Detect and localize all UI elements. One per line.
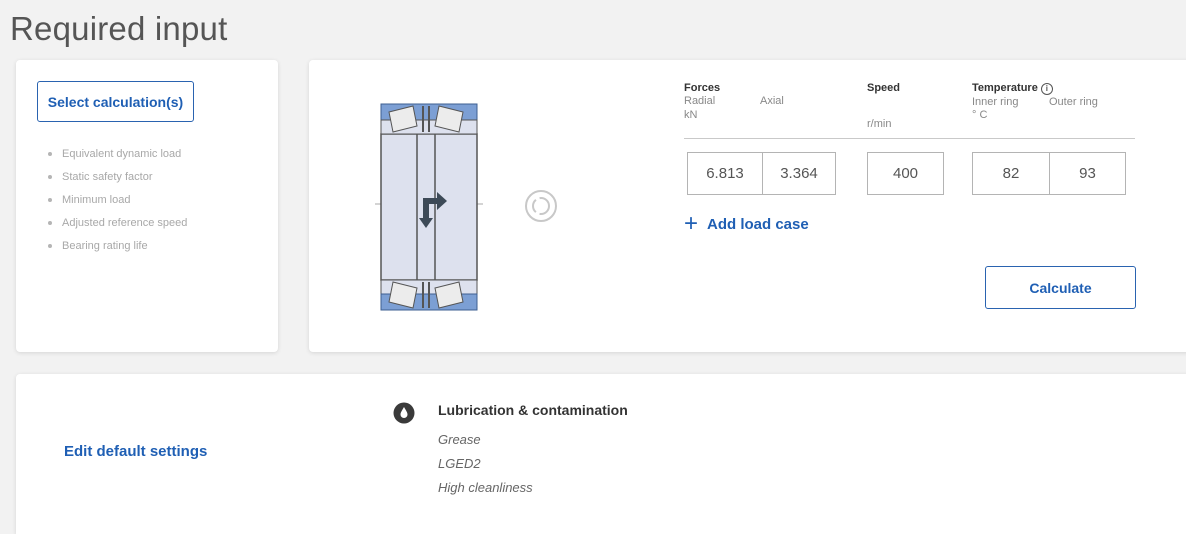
radial-label: Radial: [684, 95, 716, 107]
calculation-list: Equivalent dynamic load Static safety fa…: [48, 146, 187, 261]
axial-label: Axial: [760, 95, 784, 107]
bullet-icon: [48, 244, 52, 248]
axial-load-input[interactable]: 3.364: [762, 152, 836, 195]
add-load-case-button[interactable]: + Add load case: [684, 210, 809, 237]
edit-default-settings-link[interactable]: Edit default settings: [64, 443, 207, 460]
inner-ring-temperature-input[interactable]: 82: [972, 152, 1050, 195]
operating-conditions-panel: Forces Radial Axial kN Speed r/min Tempe…: [309, 60, 1186, 352]
info-icon[interactable]: i: [1040, 83, 1053, 95]
bullet-icon: [48, 175, 52, 179]
header-divider: [684, 138, 1135, 139]
add-load-case-label: Add load case: [707, 215, 809, 233]
lubrication-type: Grease: [438, 432, 481, 447]
outer-ring-label: Outer ring: [1049, 96, 1098, 108]
calculation-item: Minimum load: [48, 192, 187, 215]
calculation-item: Adjusted reference speed: [48, 215, 187, 238]
forces-unit: kN: [684, 109, 698, 121]
bearing-diagram-icon: [375, 103, 483, 311]
rotation-icon: [525, 190, 557, 222]
bullet-icon: [48, 198, 52, 202]
drop-icon: [393, 402, 415, 424]
inner-ring-label: Inner ring: [972, 96, 1019, 108]
calculation-selection-panel: Select calculation(s) Equivalent dynamic…: [16, 60, 278, 352]
outer-ring-temperature-input[interactable]: 93: [1049, 152, 1126, 195]
plus-icon: +: [684, 210, 699, 237]
select-calculations-button[interactable]: Select calculation(s): [37, 81, 194, 122]
default-settings-panel: Edit default settings Lubrication & cont…: [16, 374, 1186, 534]
temperature-unit: ° C: [972, 109, 988, 121]
temperature-header: Temperature i: [972, 82, 1053, 95]
radial-load-input[interactable]: 6.813: [687, 152, 763, 195]
speed-input[interactable]: 400: [867, 152, 944, 195]
bullet-icon: [48, 221, 52, 225]
page-title: Required input: [10, 10, 228, 47]
calculation-item: Static safety factor: [48, 169, 187, 192]
calculate-button[interactable]: Calculate: [985, 266, 1136, 309]
calculation-item: Bearing rating life: [48, 238, 187, 261]
grease-name: LGED2: [438, 456, 481, 471]
calculation-item: Equivalent dynamic load: [48, 146, 187, 169]
cleanliness-level: High cleanliness: [438, 480, 533, 495]
speed-unit: r/min: [867, 118, 892, 130]
lubrication-title: Lubrication & contamination: [438, 402, 628, 418]
speed-header: Speed: [867, 82, 901, 94]
forces-header: Forces: [684, 82, 721, 94]
bullet-icon: [48, 152, 52, 156]
